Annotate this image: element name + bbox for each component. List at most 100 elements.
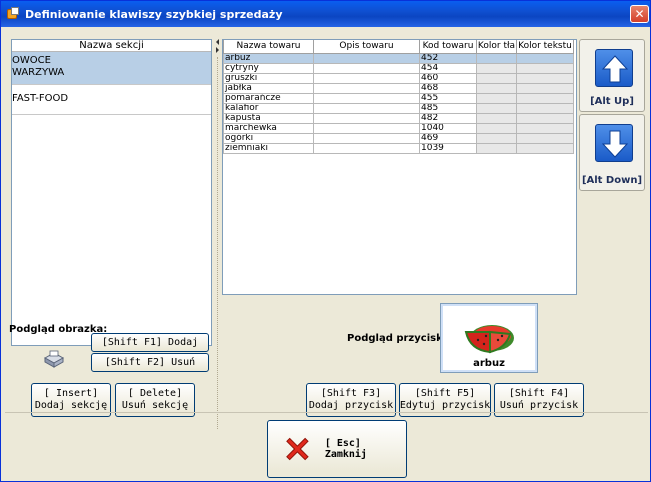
cell-bg-color[interactable] — [476, 122, 517, 134]
printer-icon — [41, 349, 67, 369]
table-row[interactable]: kalafior 485 — [223, 102, 574, 114]
cell-text-color[interactable] — [516, 112, 574, 124]
cell-bg-color[interactable] — [476, 82, 517, 94]
dialog-body: Nazwa sekcji OWOCE WARZYWA FAST-FOOD Naz… — [5, 27, 648, 479]
column-header-bg-color[interactable]: Kolor tła — [476, 40, 517, 54]
table-row[interactable]: kapusta 482 — [223, 112, 574, 124]
table-row[interactable]: cytryny 454 — [223, 62, 574, 74]
move-down-button[interactable]: [Alt Down] — [579, 114, 645, 191]
table-row[interactable]: pomarańcze 455 — [223, 92, 574, 104]
cell-bg-color[interactable] — [476, 92, 517, 104]
cell-bg-color[interactable] — [476, 142, 517, 154]
cell-name[interactable]: jabłka — [223, 82, 314, 94]
button-preview: arbuz — [440, 303, 538, 373]
cell-code[interactable]: 468 — [419, 82, 477, 94]
column-header-name[interactable]: Nazwa towaru — [223, 40, 314, 54]
cell-name[interactable]: ziemniaki — [223, 142, 314, 154]
column-header-description[interactable]: Opis towaru — [313, 40, 420, 54]
cell-text-color[interactable] — [516, 102, 574, 114]
column-header-text-color[interactable]: Kolor tekstu — [516, 40, 574, 54]
cell-text-color[interactable] — [516, 82, 574, 94]
cell-code[interactable]: 482 — [419, 112, 477, 124]
panel-splitter[interactable] — [215, 39, 221, 431]
sections-list[interactable]: Nazwa sekcji OWOCE WARZYWA FAST-FOOD — [11, 39, 212, 346]
table-row[interactable]: gruszki 460 — [223, 72, 574, 84]
splitter-handle[interactable] — [217, 57, 219, 429]
cell-bg-color[interactable] — [476, 52, 517, 64]
cell-name[interactable]: ogórki — [223, 132, 314, 144]
window-close-button[interactable]: ✕ — [630, 5, 649, 23]
cell-text-color[interactable] — [516, 62, 574, 74]
remove-product-text: Usuń przycisk — [499, 400, 579, 411]
cell-name[interactable]: kapusta — [223, 112, 314, 124]
add-image-label: [Shift F1] Dodaj — [101, 336, 199, 348]
cell-code[interactable]: 1040 — [419, 122, 477, 134]
cell-code[interactable]: 455 — [419, 92, 477, 104]
section-item-label: FAST-FOOD — [12, 93, 69, 104]
cell-description[interactable] — [313, 142, 420, 154]
move-up-label: [Alt Up] — [590, 96, 634, 107]
add-section-text: Dodaj sekcję — [34, 400, 108, 411]
delete-section-key: [ Delete] — [127, 388, 183, 399]
add-section-key: [ Insert] — [43, 388, 99, 399]
cell-code[interactable]: 1039 — [419, 142, 477, 154]
cell-code[interactable]: 469 — [419, 132, 477, 144]
add-image-button[interactable]: [Shift F1] Dodaj — [91, 333, 209, 352]
cell-text-color[interactable] — [516, 122, 574, 134]
cell-code[interactable]: 452 — [419, 52, 477, 64]
section-item-owoce-warzywa[interactable]: OWOCE WARZYWA — [12, 52, 211, 85]
window-title: Definiowanie klawiszy szybkiej sprzedaży — [25, 7, 283, 21]
cell-description[interactable] — [313, 92, 420, 104]
cell-bg-color[interactable] — [476, 72, 517, 84]
cell-code[interactable]: 485 — [419, 102, 477, 114]
title-bar: Definiowanie klawiszy szybkiej sprzedaży… — [1, 1, 650, 27]
cell-name[interactable]: kalafior — [223, 102, 314, 114]
cell-description[interactable] — [313, 122, 420, 134]
cell-description[interactable] — [313, 72, 420, 84]
dialog-window: Definiowanie klawiszy szybkiej sprzedaży… — [0, 0, 651, 482]
products-grid: Nazwa towaru Opis towaru Kod towaru Kolo… — [223, 40, 574, 154]
column-header-code[interactable]: Kod towaru — [419, 40, 477, 54]
button-preview-name: arbuz — [473, 358, 505, 369]
cell-name[interactable]: cytryny — [223, 62, 314, 74]
cell-description[interactable] — [313, 82, 420, 94]
cell-text-color[interactable] — [516, 92, 574, 104]
section-item-label: WARZYWA — [12, 67, 65, 78]
section-item-fast-food[interactable]: FAST-FOOD — [12, 85, 211, 115]
products-table[interactable]: Nazwa towaru Opis towaru Kod towaru Kolo… — [222, 39, 577, 295]
cell-name[interactable]: gruszki — [223, 72, 314, 84]
cell-bg-color[interactable] — [476, 132, 517, 144]
move-up-button[interactable]: [Alt Up] — [579, 39, 645, 112]
cell-description[interactable] — [313, 62, 420, 74]
cell-code[interactable]: 454 — [419, 62, 477, 74]
section-item-label: OWOCE — [12, 55, 51, 66]
table-row[interactable]: arbuz 452 — [223, 52, 574, 64]
close-dialog-button[interactable]: [ Esc] Zamknij — [267, 420, 407, 478]
remove-image-label: [Shift F2] Usuń — [104, 356, 196, 368]
cell-description[interactable] — [313, 102, 420, 114]
cell-bg-color[interactable] — [476, 112, 517, 124]
remove-image-button[interactable]: [Shift F2] Usuń — [91, 353, 209, 372]
cell-name[interactable]: marchewka — [223, 122, 314, 134]
cell-name[interactable]: arbuz — [223, 52, 314, 64]
cell-text-color[interactable] — [516, 52, 574, 64]
table-row[interactable]: ziemniaki 1039 — [223, 142, 574, 154]
cell-bg-color[interactable] — [476, 62, 517, 74]
cell-text-color[interactable] — [516, 142, 574, 154]
cell-description[interactable] — [313, 132, 420, 144]
cell-name[interactable]: pomarańcze — [223, 92, 314, 104]
splitter-right-arrow-icon[interactable] — [216, 47, 219, 53]
table-row[interactable]: marchewka 1040 — [223, 122, 574, 134]
table-row[interactable]: ogórki 469 — [223, 132, 574, 144]
cell-description[interactable] — [313, 52, 420, 64]
sections-column-header[interactable]: Nazwa sekcji — [12, 40, 211, 52]
cell-code[interactable]: 460 — [419, 72, 477, 84]
splitter-left-arrow-icon[interactable] — [216, 39, 219, 45]
cell-text-color[interactable] — [516, 132, 574, 144]
cell-text-color[interactable] — [516, 72, 574, 84]
app-icon — [7, 7, 21, 21]
edit-product-text: Edytuj przycisk — [399, 400, 491, 411]
cell-description[interactable] — [313, 112, 420, 124]
table-row[interactable]: jabłka 468 — [223, 82, 574, 94]
cell-bg-color[interactable] — [476, 102, 517, 114]
